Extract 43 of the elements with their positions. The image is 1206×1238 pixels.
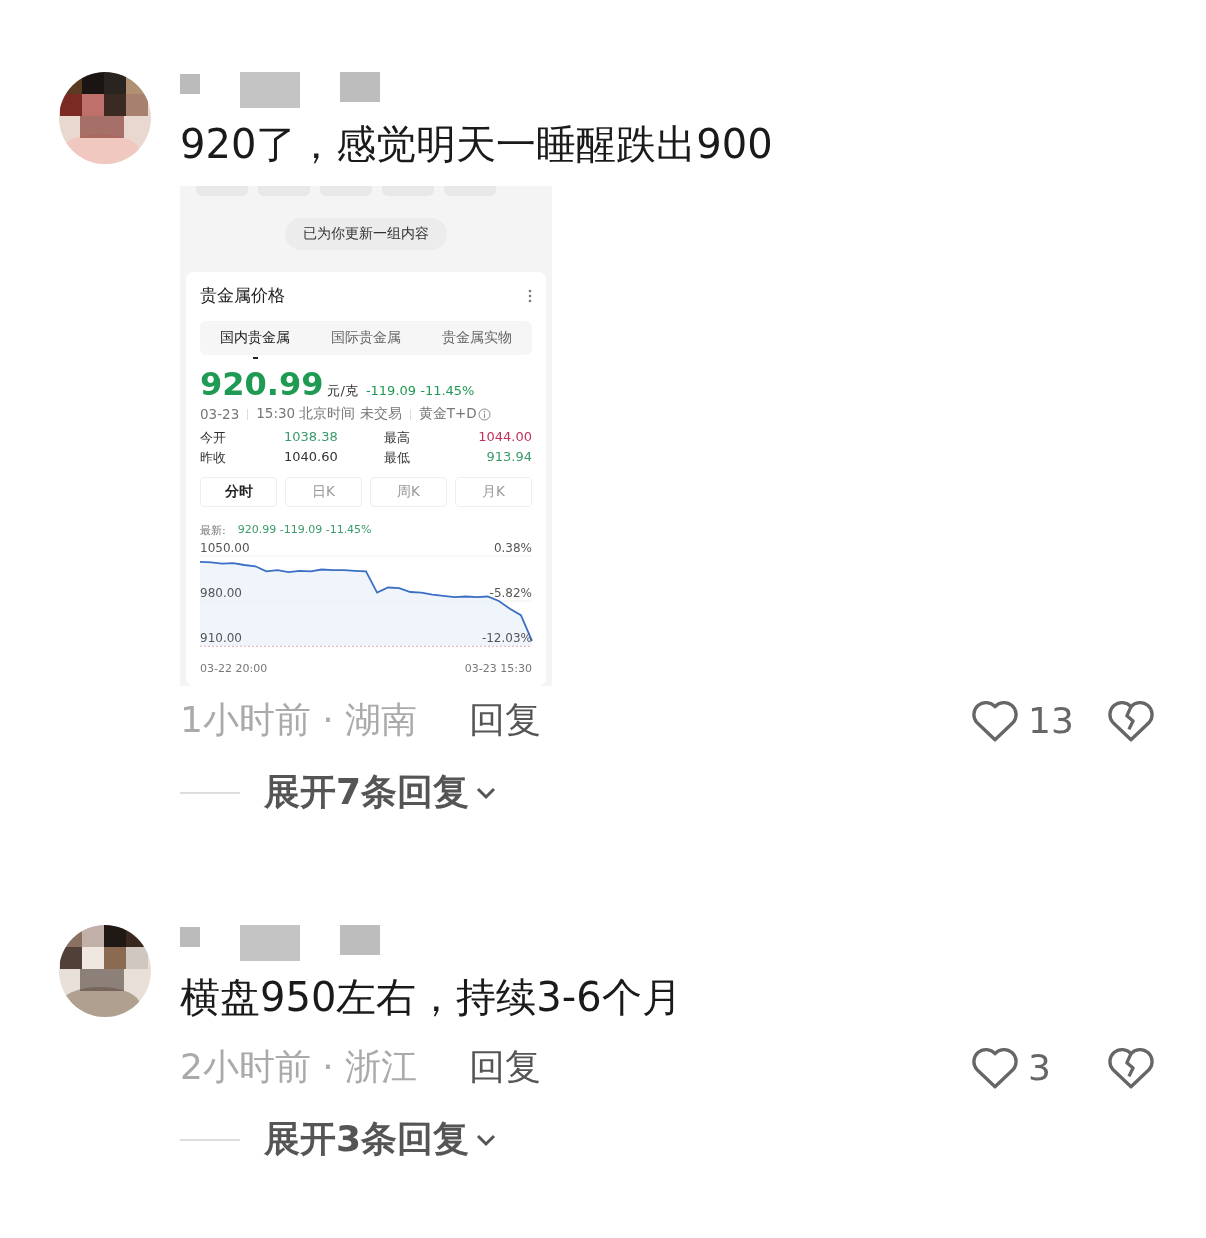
quote-info: 黄金T+D (418, 405, 477, 423)
quote-info: 15:30 北京时间 未交易 (256, 405, 402, 423)
stat-label: 最低 (384, 449, 411, 467)
chevron-down-icon (475, 1132, 498, 1147)
axis-label: 0.38% (493, 541, 532, 555)
like-count: 3 (1028, 1046, 1052, 1088)
stat-value: 1044.00 (477, 429, 532, 446)
price-unit: 元/克 (327, 382, 358, 400)
stat-label: 最高 (384, 429, 411, 447)
update-notice: 已为你更新一组内容 (285, 218, 447, 250)
axis-label: 03-22 20:00 (200, 662, 268, 675)
info-icon[interactable] (477, 407, 491, 421)
stat-value: 1038.38 (284, 429, 339, 446)
axis-label: 1050.00 (200, 541, 250, 555)
quote-info: 03-23 (200, 406, 240, 422)
price: 920.99 (200, 365, 324, 403)
reply-link[interactable]: 回复 (469, 1042, 542, 1092)
card-title: 贵金属价格 (200, 284, 285, 307)
expand-replies-button[interactable]: 展开7条回复 (264, 768, 498, 817)
axis-label: -12.03% (481, 631, 532, 645)
latest-value: 920.99 -119.09 -11.45% (237, 523, 372, 538)
reply-link[interactable]: 回复 (469, 695, 542, 745)
axis-label: -5.82% (489, 586, 532, 600)
stat-label: 昨收 (200, 449, 227, 467)
more-icon[interactable] (528, 288, 532, 303)
chevron-down-icon (475, 785, 498, 800)
market-tab[interactable]: 贵金属实物 (421, 321, 532, 355)
like-count: 13 (1028, 699, 1075, 741)
axis-label: 980.00 (200, 586, 242, 600)
axis-label: 03-23 15:30 (464, 662, 532, 675)
market-tab[interactable]: 国际贵金属 (310, 321, 422, 355)
stat-label: 今开 (200, 429, 227, 447)
comment-text: 920了，感觉明天一睡醒跌出900 (180, 124, 774, 164)
period-button[interactable]: 分时 (200, 477, 277, 507)
expand-replies-button[interactable]: 展开3条回复 (264, 1115, 498, 1164)
comment-text: 横盘950左右，持续3-6个月 (180, 977, 683, 1017)
price-change: -119.09 -11.45% (365, 383, 475, 398)
stat-value: 1040.60 (284, 449, 339, 466)
stat-value: 913.94 (485, 449, 532, 466)
axis-label: 910.00 (200, 631, 242, 645)
comment-meta: 1小时前 · 湖南 (180, 697, 418, 742)
latest-label: 最新: (200, 523, 226, 538)
comment-meta: 2小时前 · 浙江 (180, 1044, 418, 1089)
